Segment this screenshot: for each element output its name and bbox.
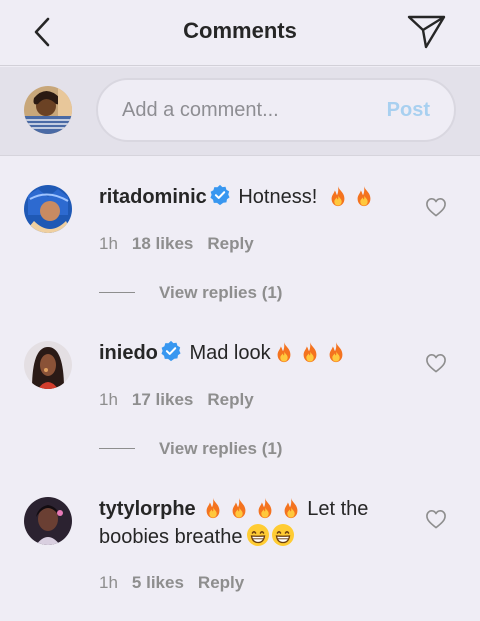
reply-button[interactable]: Reply — [207, 390, 253, 409]
comment-meta: 1h 5 likes Reply — [99, 573, 244, 593]
verified-badge-icon — [209, 184, 231, 206]
verified-badge-icon — [160, 340, 182, 362]
view-replies: View replies (1) — [99, 283, 282, 303]
comment-username[interactable]: tytylorphe — [99, 498, 196, 520]
heart-icon[interactable] — [425, 197, 447, 217]
fire-emoji-icon — [228, 497, 250, 519]
grinning-face-emoji-icon — [271, 523, 295, 547]
comment-text: tytylorphe Let the boobies breathe — [99, 496, 409, 551]
fire-emoji-icon — [327, 185, 349, 207]
comment-meta: 1h 17 likes Reply — [99, 390, 254, 410]
comment-username[interactable]: ritadominic — [99, 186, 207, 208]
comment-time: 1h — [99, 573, 118, 592]
avatar — [24, 86, 72, 134]
replies-divider — [99, 448, 135, 449]
paper-plane-icon — [407, 15, 446, 49]
heart-icon[interactable] — [425, 353, 447, 373]
header-bar: Comments — [0, 0, 480, 66]
heart-icon[interactable] — [425, 509, 447, 529]
comment-likes[interactable]: 18 likes — [132, 234, 193, 253]
comment-body: Hotness! — [238, 186, 318, 208]
fire-emoji-icon — [254, 497, 276, 519]
fire-emoji-icon — [299, 341, 321, 363]
comment-text: ritadominic Hotness! — [99, 184, 409, 211]
comment-body: Mad look — [189, 342, 271, 364]
fire-emoji-icon — [273, 341, 295, 363]
fire-emoji-icon — [325, 341, 347, 363]
comment-time: 1h — [99, 234, 118, 253]
view-replies-button[interactable]: View replies (1) — [159, 439, 282, 458]
reply-button[interactable]: Reply — [198, 573, 244, 592]
fire-emoji-icon — [353, 185, 375, 207]
view-replies-button[interactable]: View replies (1) — [159, 283, 282, 302]
comment-composer: Add a comment... Post — [0, 67, 480, 156]
comment-username[interactable]: iniedo — [99, 342, 158, 364]
avatar — [24, 185, 72, 233]
send-button[interactable] — [404, 12, 448, 52]
reply-button[interactable]: Reply — [207, 234, 253, 253]
post-button[interactable]: Post — [387, 99, 430, 122]
comment-likes[interactable]: 5 likes — [132, 573, 184, 592]
view-replies: View replies (1) — [99, 439, 282, 459]
avatar — [24, 341, 72, 389]
replies-divider — [99, 292, 135, 293]
comment-input-placeholder: Add a comment... — [122, 99, 279, 121]
fire-emoji-icon — [280, 497, 302, 519]
grinning-face-emoji-icon — [246, 523, 270, 547]
comment-text: iniedo Mad look — [99, 340, 409, 367]
fire-emoji-icon — [202, 497, 224, 519]
comment-time: 1h — [99, 390, 118, 409]
comment-meta: 1h 18 likes Reply — [99, 234, 254, 254]
comment-likes[interactable]: 17 likes — [132, 390, 193, 409]
avatar — [24, 497, 72, 545]
comment-input[interactable]: Add a comment... Post — [96, 78, 456, 142]
